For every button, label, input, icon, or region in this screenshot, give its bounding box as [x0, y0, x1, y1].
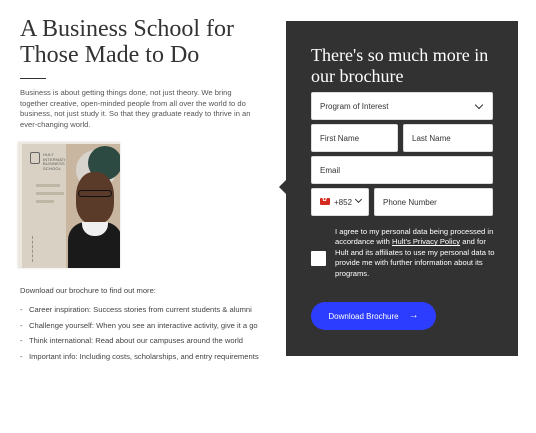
- chevron-down-icon: [354, 195, 363, 204]
- brochure-person-face: [76, 172, 114, 224]
- hero-section: A Business School for Those Made to Do B…: [20, 16, 260, 130]
- download-brochure-button[interactable]: Download Brochure →: [311, 302, 436, 330]
- brochure-person-glasses: [78, 190, 112, 197]
- consent-checkbox[interactable]: [311, 251, 326, 266]
- email-field[interactable]: Email: [311, 156, 493, 184]
- brochure-cover: HULT INTERNATIONAL BUSINESS SCHOOL: [22, 144, 120, 268]
- download-brochure-label: Download Brochure: [328, 311, 399, 321]
- hong-kong-flag-icon: [320, 196, 330, 205]
- page-title-line-2: Those Made to Do: [20, 42, 200, 68]
- consent-text: I agree to my personal data being proces…: [335, 227, 495, 279]
- list-item: Think international: Read about our camp…: [20, 336, 260, 346]
- last-name-field[interactable]: Last Name: [403, 124, 493, 152]
- brochure-brand: HULT INTERNATIONAL BUSINESS SCHOOL: [43, 152, 78, 171]
- last-name-placeholder: Last Name: [412, 134, 451, 143]
- privacy-policy-link[interactable]: Hult's Privacy Policy: [392, 237, 460, 246]
- intro-text: Business is about getting things done, n…: [20, 88, 251, 129]
- first-name-placeholder: First Name: [320, 134, 360, 143]
- country-code-select[interactable]: +852: [311, 188, 369, 216]
- benefits-list: Career inspiration: Success stories from…: [20, 305, 260, 368]
- phone-field[interactable]: Phone Number: [374, 188, 493, 216]
- form-title: There's so much more in our brochure: [311, 45, 489, 86]
- list-item: Challenge yourself: When you see an inte…: [20, 321, 260, 331]
- list-item: Career inspiration: Success stories from…: [20, 305, 260, 315]
- program-select-label: Program of Interest: [320, 102, 389, 111]
- brochure-cover-lines: [36, 184, 66, 214]
- phone-placeholder: Phone Number: [383, 198, 437, 207]
- page-title: A Business School for Those Made to Do: [20, 16, 260, 68]
- title-divider: [20, 78, 46, 79]
- email-placeholder: Email: [320, 166, 341, 175]
- brochure-dotted-line: [32, 236, 34, 262]
- brochure-brand-text: HULT INTERNATIONAL BUSINESS SCHOOL: [43, 152, 78, 171]
- brochure-cover-image: HULT INTERNATIONAL BUSINESS SCHOOL: [18, 142, 124, 270]
- brochure-form-panel: There's so much more in our brochure Pro…: [286, 21, 518, 356]
- arrow-right-icon: →: [408, 310, 419, 321]
- first-name-field[interactable]: First Name: [311, 124, 398, 152]
- program-select[interactable]: Program of Interest: [311, 92, 493, 120]
- download-label: Download our brochure to find out more:: [20, 286, 156, 295]
- crest-icon: [30, 152, 40, 164]
- list-item: Important info: Including costs, scholar…: [20, 352, 260, 362]
- country-code-value: +852: [334, 198, 353, 207]
- chevron-down-icon: [474, 100, 484, 110]
- page-title-line-1: A Business School for: [20, 16, 235, 42]
